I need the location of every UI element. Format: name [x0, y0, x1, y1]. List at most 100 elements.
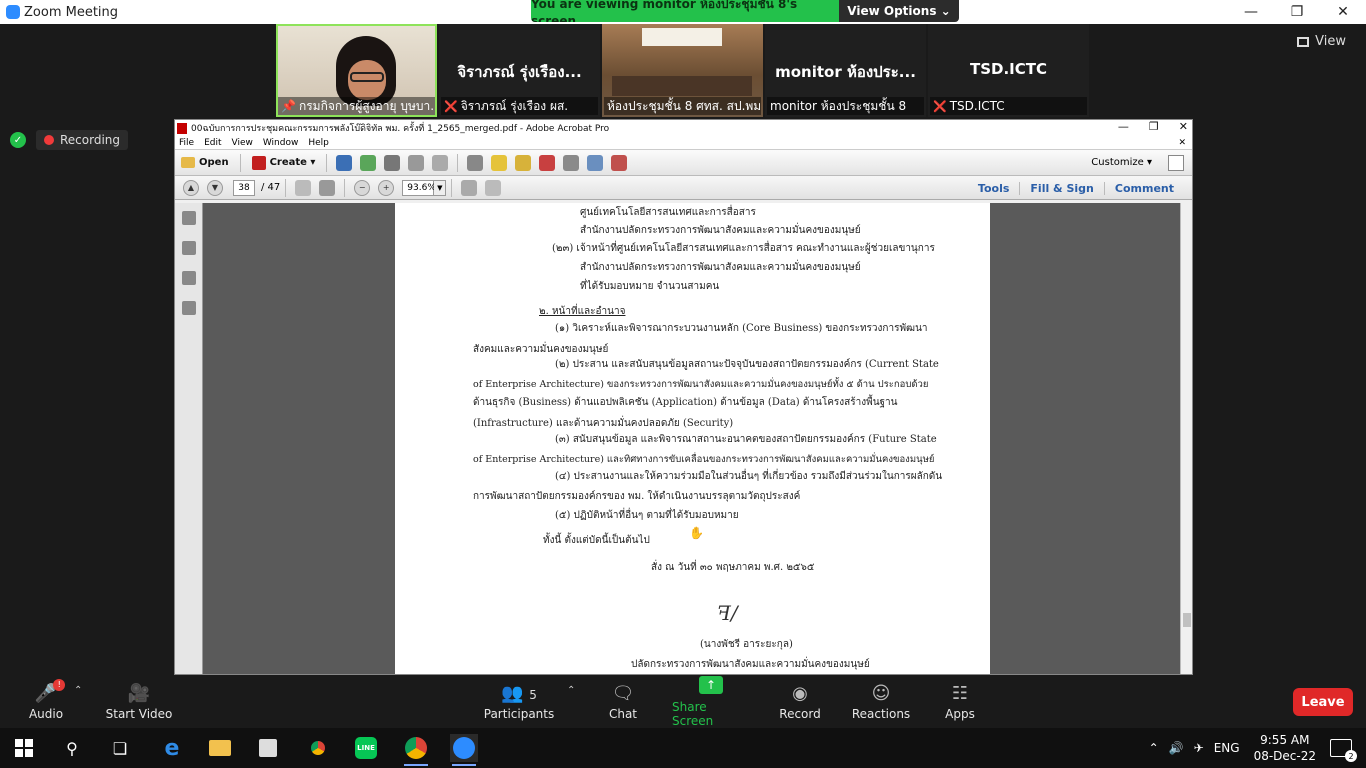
participant-label: ห้องประชุมชั้น 8 ศทส. สป.พม. [604, 97, 761, 115]
close-icon[interactable]: ✕ [1320, 0, 1366, 24]
audio-button[interactable]: 🎤! Audio [24, 675, 68, 728]
menu-window[interactable]: Window [263, 138, 299, 148]
create-button[interactable]: Create ▾ [246, 153, 322, 173]
task-view-icon[interactable]: ❏ [106, 734, 134, 762]
store-icon[interactable] [254, 734, 282, 762]
search-icon[interactable]: ⚲ [58, 734, 86, 762]
scrollbar-thumb[interactable] [1183, 613, 1191, 627]
grid-view-icon [1297, 36, 1310, 47]
apps-button[interactable]: ☷ Apps [943, 675, 977, 728]
start-windows-icon[interactable] [10, 734, 38, 762]
share-banner-message: You are viewing monitor ห้องประชุมชั้น 8… [531, 0, 839, 22]
page-thumbnails-icon[interactable] [181, 211, 196, 225]
expand-icon[interactable] [1168, 154, 1184, 171]
edit-icon[interactable] [408, 154, 425, 171]
comment-pane-button[interactable]: Comment [1103, 181, 1184, 195]
input-language[interactable]: ENG [1214, 741, 1240, 755]
zoom-level-input[interactable]: 93.6% [402, 179, 436, 196]
attach-icon[interactable] [563, 154, 580, 171]
customize-button[interactable]: Customize ▾ [1091, 157, 1152, 168]
zoom-in-icon[interactable]: + [378, 179, 395, 196]
minimize-icon[interactable]: — [1118, 120, 1129, 133]
record-dot-icon [44, 135, 54, 145]
comment-icon[interactable] [491, 154, 508, 171]
restore-icon[interactable]: ❐ [1149, 120, 1159, 133]
email-icon[interactable] [432, 154, 449, 171]
tray-overflow-chevron-icon[interactable]: ⌃ [1149, 741, 1159, 755]
view-button[interactable]: View [1297, 34, 1346, 49]
select-cursor-icon[interactable] [295, 179, 312, 196]
menu-edit[interactable]: Edit [204, 138, 221, 148]
leave-button[interactable]: Leave [1293, 688, 1353, 716]
view-options-button[interactable]: View Options ⌄ [839, 0, 959, 22]
participant-tile[interactable]: TSD.ICTC ❌ TSD.ICTC [928, 24, 1089, 117]
tools-pane-button[interactable]: Tools [968, 182, 1019, 195]
participant-count: 5 [529, 687, 537, 702]
minimize-icon[interactable]: — [1228, 0, 1274, 24]
participant-tile[interactable]: ห้องประชุมชั้น 8 ศทส. สป.พม. [602, 24, 763, 117]
participant-tile[interactable]: 📌 กรมกิจการผู้สูงอายุ บุษบา... [276, 24, 437, 117]
audio-options-caret-icon[interactable]: ⌃ [74, 685, 82, 696]
video-off-icon: 🎥 [127, 682, 151, 704]
redact-icon[interactable] [539, 154, 556, 171]
acrobat-nav-toolbar: ▲ ▼ 38 / 47 − + 93.6% ▼ Tools Fill & Sig… [175, 176, 1192, 200]
print-icon[interactable] [384, 154, 401, 171]
open-button[interactable]: Open [175, 153, 235, 173]
fill-sign-pane-button[interactable]: Fill & Sign [1019, 181, 1103, 195]
close-icon[interactable]: ✕ [1179, 120, 1188, 133]
participants-options-caret-icon[interactable]: ⌃ [567, 685, 575, 696]
record-button[interactable]: ◉ Record [778, 675, 822, 728]
close-document-icon[interactable]: ✕ [1178, 138, 1186, 148]
line-app-icon[interactable]: LINE [352, 734, 380, 762]
participants-button[interactable]: 👥 5 Participants [484, 675, 555, 728]
next-page-icon[interactable]: ▼ [207, 179, 223, 196]
folder-icon [181, 157, 195, 168]
clock[interactable]: 9:55 AM 08-Dec-22 [1254, 732, 1316, 764]
reactions-button[interactable]: ☺ Reactions [852, 675, 910, 728]
recording-indicator[interactable]: Recording [36, 130, 129, 150]
upload-cloud-icon[interactable] [360, 154, 377, 171]
start-video-button[interactable]: 🎥 Start Video [104, 675, 174, 728]
edge-browser-icon[interactable]: e [158, 734, 186, 762]
apps-icon: ☷ [951, 682, 969, 704]
signatures-icon[interactable] [181, 301, 196, 315]
security-shield-icon[interactable]: ✓ [10, 132, 26, 148]
network-icon[interactable]: ✈ [1194, 741, 1204, 755]
chat-button[interactable]: 🗨 Chat [603, 675, 643, 728]
participant-name: TSD.ICTC [969, 60, 1047, 78]
zoom-out-icon[interactable]: − [354, 179, 371, 196]
participant-tile[interactable]: จิราภรณ์ รุ่งเรือง... ❌ จิราภรณ์ รุ่งเรื… [439, 24, 600, 117]
chrome-icon[interactable] [304, 734, 332, 762]
chrome-profile-icon[interactable] [402, 734, 430, 766]
save-icon[interactable] [336, 154, 353, 171]
file-explorer-icon[interactable] [206, 734, 234, 762]
document-workspace: ศูนย์เทคโนโลยีสารสนเทศและการสื่อสาร สำนั… [175, 203, 1192, 674]
menu-view[interactable]: View [232, 138, 253, 148]
meeting-status: ✓ Recording [10, 130, 129, 150]
review-icon[interactable] [587, 154, 604, 171]
settings-gear-icon[interactable] [467, 154, 484, 171]
participant-label: 📌 กรมกิจการผู้สูงอายุ บุษบา... [278, 97, 435, 115]
hand-tool-icon[interactable] [319, 179, 336, 196]
share-screen-button[interactable]: ↑ Share Screen [672, 675, 750, 728]
restore-icon[interactable]: ❐ [1274, 0, 1320, 24]
page-number-input[interactable]: 38 [233, 179, 255, 196]
zoom-dropdown-icon[interactable]: ▼ [434, 179, 447, 196]
prev-page-icon[interactable]: ▲ [183, 179, 199, 196]
bookmarks-icon[interactable] [181, 241, 196, 255]
menu-help[interactable]: Help [308, 138, 329, 148]
signature: ꟻ/ [717, 601, 738, 625]
attachments-icon[interactable] [181, 271, 196, 285]
fit-page-icon[interactable] [461, 179, 478, 196]
notifications-icon[interactable]: 2 [1330, 739, 1357, 762]
participant-tile[interactable]: monitor ห้องประ... monitor ห้องประชุมชั้… [765, 24, 926, 117]
vertical-scrollbar[interactable] [1180, 203, 1192, 674]
zoom-app-icon[interactable] [450, 734, 478, 766]
participant-label: ❌ จิราภรณ์ รุ่งเรือง ผส. [441, 97, 598, 115]
highlight-icon[interactable] [515, 154, 532, 171]
volume-icon[interactable]: 🔊 [1169, 741, 1184, 755]
pdf-page[interactable]: ศูนย์เทคโนโลยีสารสนเทศและการสื่อสาร สำนั… [395, 203, 990, 674]
menu-file[interactable]: File [179, 138, 194, 148]
full-screen-icon[interactable] [485, 179, 502, 196]
sign-icon[interactable] [611, 154, 628, 171]
